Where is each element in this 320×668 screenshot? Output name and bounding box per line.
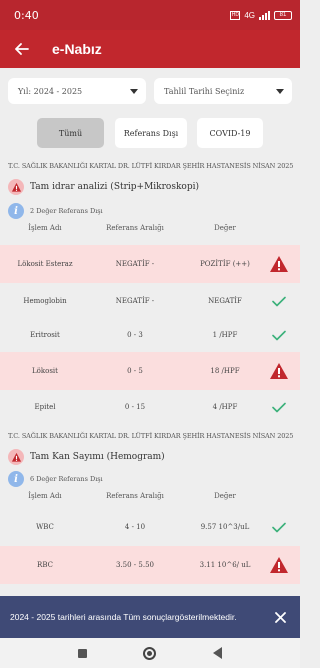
hospital-name: T.C. SAĞLIK BAKANLIĞI KARTAL DR. LÜTFİ K… [8, 432, 294, 440]
row-range: NEGATİF - [115, 297, 155, 305]
row-value: POZİTİF (++) [200, 260, 250, 268]
col-name-header: İşlem Adı [28, 492, 62, 500]
col-name-header: İşlem Adı [28, 224, 62, 232]
hd-icon: HD [230, 10, 241, 20]
table-row[interactable]: WBC 4 - 10 9.57 10^3/uL [0, 508, 300, 546]
row-range: 0 - 5 [127, 367, 143, 375]
row-name: Epitel [34, 403, 56, 411]
row-value: NEGATİF [208, 297, 242, 305]
table-row[interactable]: Eritrosit 0 - 3 1 /HPF [0, 316, 300, 354]
page-title: e-Nabız [52, 41, 102, 57]
chip-all-label: Tümü [58, 128, 83, 138]
table-row[interactable]: Hemoglobin NEGATİF - NEGATİF [0, 282, 300, 320]
date-dropdown[interactable]: Tahlil Tarihi Seçiniz [154, 78, 292, 104]
snackbar-message: 2024 - 2025 tarihleri arasında Tüm sonuç… [10, 611, 237, 622]
row-range: NEGATİF - [115, 260, 155, 268]
battery-icon: 81 [274, 10, 292, 20]
warning-icon [8, 449, 24, 465]
hospital-name: T.C. SAĞLIK BAKANLIĞI KARTAL DR. LÜTFİ K… [8, 162, 294, 170]
row-value: 1 /HPF [212, 331, 238, 339]
row-value: 3.11 10^6/ uL [199, 561, 251, 569]
col-range-header: Referans Aralığı [106, 224, 164, 232]
table-row[interactable]: Lökosit Esteraz NEGATİF - POZİTİF (++) [0, 245, 300, 283]
app-bar: e-Nabız [0, 30, 300, 68]
check-icon [266, 388, 292, 426]
table-row[interactable]: RBC 3.50 - 5.50 3.11 10^6/ uL [0, 546, 300, 584]
chip-out-of-range-label: Referans Dışı [123, 128, 179, 138]
filter-bar: Yıl: 2024 - 2025 Tahlil Tarihi Seçiniz [8, 78, 292, 104]
close-icon [274, 611, 286, 623]
table-header: İşlem Adı Referans Aralığı Değer [0, 485, 300, 507]
test-header[interactable]: Tam Kan Sayımı (Hemogram) [8, 448, 165, 466]
row-range: 3.50 - 5.50 [116, 561, 154, 569]
row-range: 4 - 10 [124, 523, 146, 531]
status-time: 0:40 [14, 8, 39, 22]
close-button[interactable] [270, 607, 290, 627]
row-value: 9.57 10^3/uL [200, 523, 250, 531]
back-button[interactable] [0, 30, 44, 68]
back-nav-icon[interactable] [212, 647, 222, 659]
status-icons: HD 4G 81 [230, 10, 292, 20]
year-dropdown[interactable]: Yıl: 2024 - 2025 [8, 78, 146, 104]
row-name: Hemoglobin [23, 297, 67, 305]
warning-icon [8, 179, 24, 195]
year-dropdown-value: Yıl: 2024 - 2025 [18, 86, 83, 96]
recents-icon[interactable] [78, 648, 88, 658]
info-text: 6 Değer Referans Dışı [30, 475, 103, 483]
chip-out-of-range[interactable]: Referans Dışı [115, 118, 187, 148]
chip-all[interactable]: Tümü [37, 118, 104, 148]
row-range: 0 - 15 [124, 403, 146, 411]
col-value-header: Değer [214, 492, 236, 500]
dropdown-arrow-icon [130, 88, 138, 94]
filter-chips: Tümü Referans Dışı COVID-19 [0, 118, 300, 148]
table-header: İşlem Adı Referans Aralığı Değer [0, 217, 300, 239]
warning-icon [266, 245, 292, 283]
row-name: Eritrosit [30, 331, 60, 339]
date-dropdown-value: Tahlil Tarihi Seçiniz [164, 86, 245, 96]
dropdown-arrow-icon [276, 88, 284, 94]
home-icon[interactable] [143, 646, 157, 660]
chip-covid[interactable]: COVID-19 [197, 118, 263, 148]
status-bar: 0:40 HD 4G 81 [0, 0, 300, 30]
check-icon [266, 508, 292, 546]
row-name: RBC [37, 561, 53, 569]
col-range-header: Referans Aralığı [106, 492, 164, 500]
table-row[interactable]: Epitel 0 - 15 4 /HPF [0, 388, 300, 426]
test-name: Tam Kan Sayımı (Hemogram) [30, 452, 165, 462]
check-icon [266, 282, 292, 320]
info-text: 2 Değer Referans Dışı [30, 207, 103, 215]
arrow-left-icon [15, 43, 29, 55]
snackbar: 2024 - 2025 tarihleri arasında Tüm sonuç… [0, 596, 300, 638]
row-name: WBC [36, 523, 54, 531]
test-header[interactable]: Tam idrar analizi (Strip+Mikroskopi) [8, 178, 199, 196]
chip-covid-label: COVID-19 [209, 128, 251, 138]
row-name: Lökosit [32, 367, 58, 375]
warning-icon [266, 546, 292, 584]
warning-icon [266, 352, 292, 390]
row-value: 4 /HPF [212, 403, 238, 411]
network-label: 4G [244, 10, 255, 20]
table-row[interactable]: Lökosit 0 - 5 18 /HPF [0, 352, 300, 390]
col-value-header: Değer [214, 224, 236, 232]
system-nav-bar [0, 638, 300, 668]
check-icon [266, 316, 292, 354]
row-value: 18 /HPF [210, 367, 240, 375]
test-name: Tam idrar analizi (Strip+Mikroskopi) [30, 182, 199, 192]
signal-icon [259, 10, 270, 20]
row-name: Lökosit Esteraz [17, 260, 73, 268]
row-range: 0 - 3 [127, 331, 143, 339]
